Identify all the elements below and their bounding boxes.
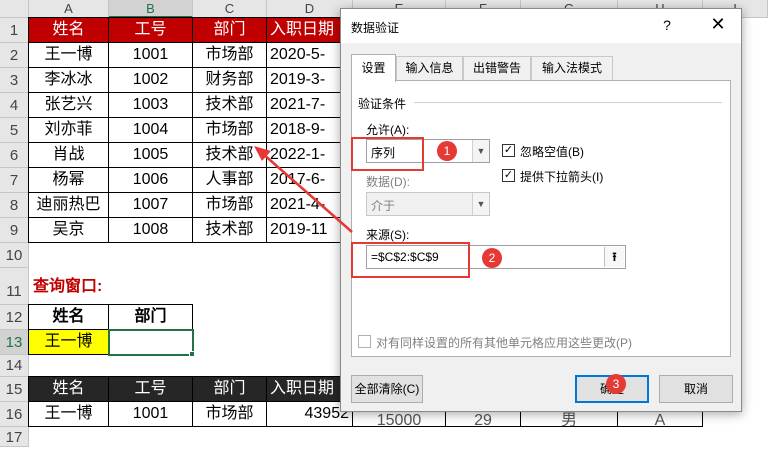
arrow-line [261, 152, 353, 233]
tab-settings[interactable]: 设置 [351, 54, 396, 82]
